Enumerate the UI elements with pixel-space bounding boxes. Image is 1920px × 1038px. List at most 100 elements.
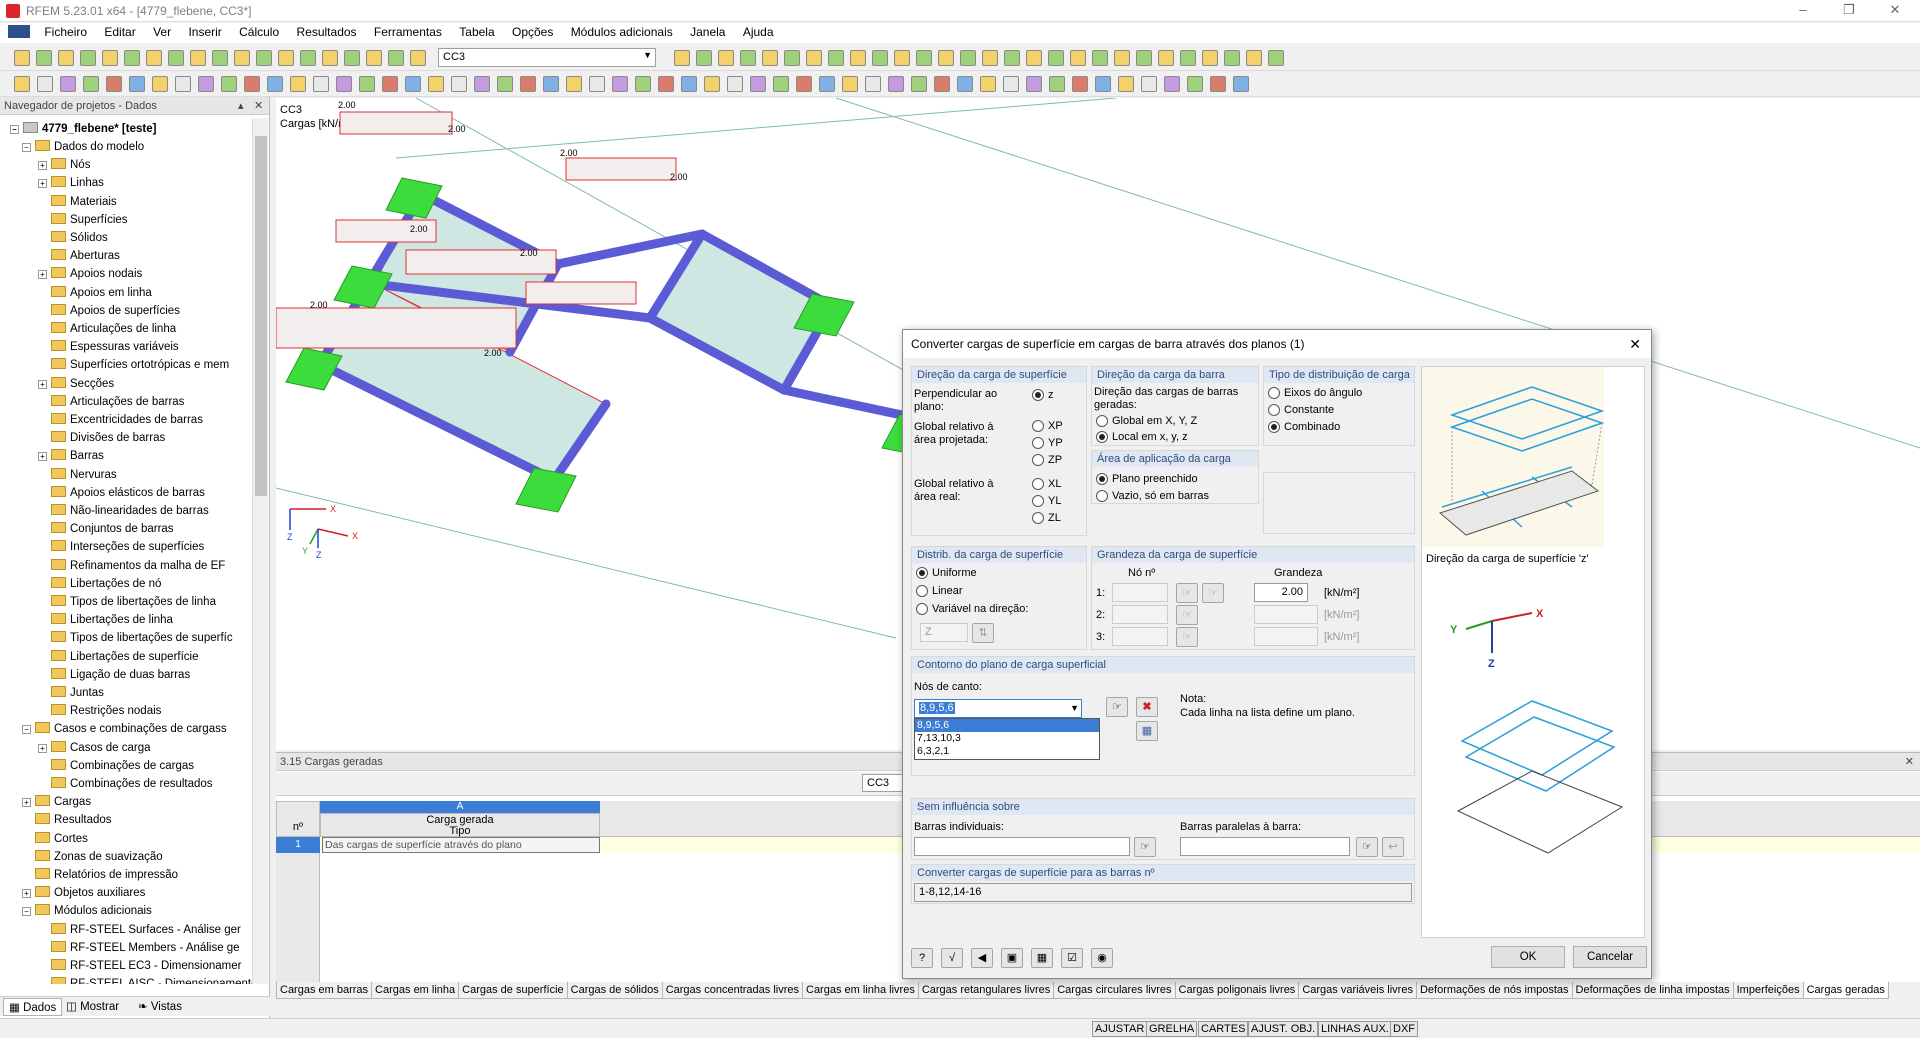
magnitude-3-input[interactable] — [1254, 627, 1318, 646]
tab-3[interactable]: Cargas de sólidos — [566, 982, 663, 999]
tab-dados[interactable]: ▦ Dados — [3, 998, 63, 1016]
tab-2[interactable]: Cargas de superfície — [458, 982, 568, 999]
toolbar-icon[interactable] — [872, 50, 888, 66]
cancel-button[interactable]: Cancelar — [1573, 946, 1647, 968]
tree-item[interactable]: RF-STEEL Members - Análise ge — [38, 939, 240, 957]
tab-11[interactable]: Deformações de linha impostas — [1571, 982, 1734, 999]
navigator-scrollbar[interactable] — [252, 118, 268, 984]
tree-item[interactable]: Apoios em linha — [38, 284, 152, 302]
menu-ajuda[interactable]: Ajuda — [736, 23, 781, 41]
tree-item[interactable]: Materiais — [38, 193, 117, 211]
tree-item[interactable]: Tipos de libertações de linha — [38, 593, 216, 611]
expand-icon[interactable]: − — [22, 143, 31, 152]
tree-item[interactable]: Libertações de nó — [38, 575, 161, 593]
node-2-select[interactable] — [1112, 605, 1168, 624]
corner-nodes-select[interactable]: 8,9,5,6 ▼ — [914, 699, 1082, 718]
tree-item[interactable]: + Cargas — [22, 793, 91, 811]
tree-item[interactable]: Aberturas — [38, 247, 120, 265]
direction-select[interactable]: Z — [920, 623, 968, 642]
menu-calculo[interactable]: Cálculo — [232, 23, 286, 41]
toolbar-icon[interactable] — [1180, 50, 1196, 66]
tab-12[interactable]: Imperfeições — [1732, 982, 1804, 999]
toolbar-icon[interactable] — [1268, 50, 1284, 66]
tab-8[interactable]: Cargas poligonais livres — [1174, 982, 1300, 999]
toolbar-icon[interactable] — [244, 76, 260, 92]
tree-item[interactable]: Restrições nodais — [38, 702, 161, 720]
toolbar-icon[interactable] — [256, 50, 272, 66]
toolbar-icon[interactable] — [635, 76, 651, 92]
tree-item[interactable]: − Módulos adicionais — [22, 902, 152, 920]
toolbar-icon[interactable] — [1118, 76, 1134, 92]
tree-item[interactable]: Ligação de duas barras — [38, 666, 190, 684]
toolbar-icon[interactable] — [1095, 76, 1111, 92]
restore-button[interactable]: ❐ — [1826, 0, 1872, 22]
toolbar-icon[interactable] — [911, 76, 927, 92]
toolbar-icon[interactable] — [106, 76, 122, 92]
tab-10[interactable]: Deformações de nós impostas — [1415, 982, 1573, 999]
toolbar-icon[interactable] — [1164, 76, 1180, 92]
radio-zp[interactable] — [1032, 454, 1044, 466]
toolbar-icon[interactable] — [190, 50, 206, 66]
toolbar-icon[interactable] — [784, 50, 800, 66]
toolbar-icon[interactable] — [1070, 50, 1086, 66]
tree-item[interactable]: Superfícies — [38, 211, 128, 229]
scroll-thumb[interactable] — [255, 136, 267, 496]
menu-ficheiro[interactable]: Ficheiro — [37, 23, 94, 41]
pick-individual-bars-button[interactable]: ☞ — [1134, 837, 1156, 857]
tab-4[interactable]: Cargas concentradas livres — [661, 982, 803, 999]
convert-bars-input[interactable]: 1-8,12,14-16 — [914, 883, 1412, 902]
menu-modulos-adicionais[interactable]: Módulos adicionais — [564, 23, 680, 41]
toolbar-icon[interactable] — [1141, 76, 1157, 92]
toolbar-icon[interactable] — [850, 50, 866, 66]
tree-item[interactable]: Apoios elásticos de barras — [38, 484, 205, 502]
tree-item[interactable]: Nervuras — [38, 466, 117, 484]
expand-icon[interactable]: + — [38, 270, 47, 280]
tree-item[interactable]: Espessuras variáveis — [38, 338, 179, 356]
toolbar-icon[interactable] — [405, 76, 421, 92]
pick-node-2-button[interactable]: ☞ — [1176, 605, 1198, 625]
menu-resultados[interactable]: Resultados — [290, 23, 364, 41]
radio-combined[interactable] — [1268, 421, 1280, 433]
toolbar-icon[interactable] — [888, 76, 904, 92]
toolbar-icon[interactable] — [212, 50, 228, 66]
tab-6[interactable]: Cargas retangulares livres — [917, 982, 1055, 999]
tree-item[interactable]: Tipos de libertações de superfíc — [38, 629, 233, 647]
toolbar-icon[interactable] — [674, 50, 690, 66]
individual-bars-input[interactable] — [914, 837, 1130, 856]
check-button[interactable]: ☑ — [1061, 948, 1083, 968]
open-button[interactable]: ◀ — [971, 948, 993, 968]
toolbar-icon[interactable] — [1114, 50, 1130, 66]
tree-item[interactable]: Combinações de resultados — [38, 775, 213, 793]
toolbar-icon[interactable] — [14, 76, 30, 92]
toolbar-icon[interactable] — [175, 76, 191, 92]
radio-variable[interactable] — [916, 603, 928, 615]
table-button[interactable]: ▦ — [1031, 948, 1053, 968]
row-type[interactable]: Das cargas de superfície através do plan… — [322, 837, 600, 853]
toolbar-icon[interactable] — [129, 76, 145, 92]
tree-item[interactable]: + Objetos auxiliares — [22, 884, 145, 902]
radio-yl[interactable] — [1032, 495, 1044, 507]
toolbar-icon[interactable] — [865, 76, 881, 92]
tree-item[interactable]: Libertações de superfície — [38, 648, 199, 666]
pick-node-3-button[interactable]: ☞ — [1176, 627, 1198, 647]
corner-nodes-dropdown[interactable]: 8,9,5,6 7,13,10,3 6,3,2,1 — [914, 718, 1100, 760]
tree-item[interactable]: Sólidos — [38, 229, 108, 247]
status-grelha[interactable]: GRELHA — [1146, 1021, 1198, 1037]
tree-item[interactable]: Combinações de cargas — [38, 757, 194, 775]
toolbar-icon[interactable] — [36, 50, 52, 66]
status-ajust-obj[interactable]: AJUST. OBJ. — [1248, 1021, 1319, 1037]
view-button[interactable]: ◉ — [1091, 948, 1113, 968]
toolbar-icon[interactable] — [1026, 50, 1042, 66]
radio-local-xyz[interactable] — [1096, 431, 1108, 443]
dropdown-option[interactable]: 6,3,2,1 — [915, 745, 1099, 758]
toolbar-icon[interactable] — [828, 50, 844, 66]
tree-item[interactable]: Não-linearidades de barras — [38, 502, 209, 520]
menu-editar[interactable]: Editar — [97, 23, 142, 41]
tree-item[interactable]: + Barras — [38, 447, 104, 465]
toolbar-icon[interactable] — [819, 76, 835, 92]
toolbar-icon[interactable] — [198, 76, 214, 92]
dropdown-option[interactable]: 8,9,5,6 — [915, 719, 1099, 732]
expand-icon[interactable]: + — [38, 452, 47, 462]
tab-9[interactable]: Cargas variáveis livres — [1298, 982, 1417, 999]
tree-item[interactable]: Zonas de suavização — [22, 848, 163, 866]
